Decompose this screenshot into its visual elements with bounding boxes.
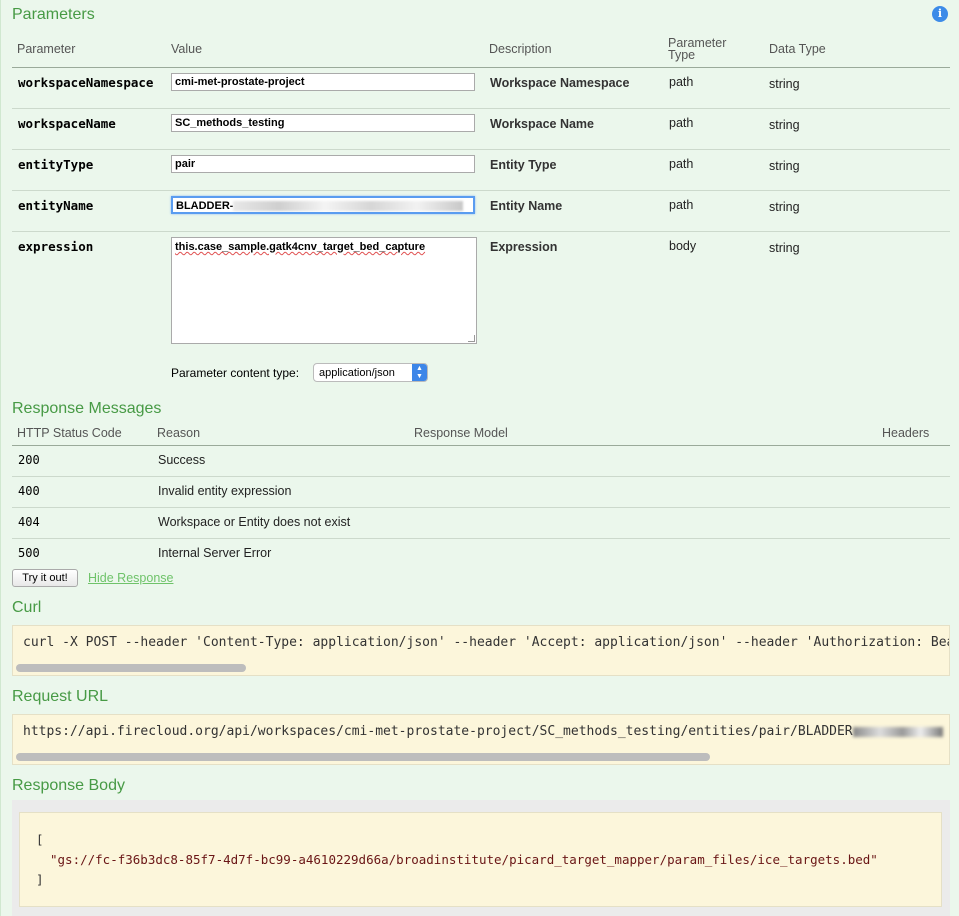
response-reason: Internal Server Error [158, 546, 272, 560]
response-code: 404 [18, 515, 40, 529]
hide-response-link[interactable]: Hide Response [88, 571, 173, 585]
response-reason: Invalid entity expression [158, 484, 292, 498]
param-type-workspace-namespace: path [669, 75, 694, 89]
header-value: Value [171, 42, 203, 56]
param-datatype-entity-type: string [769, 159, 800, 173]
scrollbar-thumb[interactable] [16, 753, 710, 761]
response-reason: Workspace or Entity does not exist [158, 515, 351, 529]
header-status-code: HTTP Status Code [17, 426, 122, 440]
response-messages-title: Response Messages [12, 400, 162, 417]
header-reason: Reason [157, 426, 201, 440]
row-divider [12, 507, 950, 508]
curl-command: curl -X POST --header 'Content-Type: app… [23, 635, 950, 650]
curl-title: Curl [12, 599, 42, 616]
content-type-value: application/json [319, 367, 395, 379]
response-body-box: [ "gs://fc-f36b3dc8-85f7-4d7f-bc99-a4610… [19, 812, 942, 907]
request-url-line: https://api.firecloud.org/api/workspaces… [23, 724, 943, 739]
row-divider [12, 476, 950, 477]
param-desc-entity-name: Entity Name [490, 199, 563, 213]
response-body-wrapper: [ "gs://fc-f36b3dc8-85f7-4d7f-bc99-a4610… [12, 800, 950, 916]
json-string-value: "gs://fc-f36b3dc8-85f7-4d7f-bc99-a461022… [50, 852, 878, 867]
header-divider [12, 67, 950, 68]
request-url-title: Request URL [12, 688, 109, 705]
header-response-model: Response Model [414, 426, 508, 440]
expression-value: this.case_sample.gatk4cnv_target_bed_cap… [175, 241, 426, 253]
param-datatype-workspace-namespace: string [769, 77, 800, 91]
redacted-text [852, 726, 943, 737]
response-code: 400 [18, 484, 40, 498]
parameters-title: Parameters [12, 6, 95, 23]
content-type-label: Parameter content type: [171, 366, 300, 380]
entity-name-value: BLADDER- [176, 200, 234, 212]
info-icon[interactable]: i [932, 6, 948, 22]
row-divider [12, 149, 950, 150]
api-operation-panel: Parameters i Parameter Value Description… [0, 0, 959, 916]
workspace-name-input[interactable]: SC_methods_testing [171, 114, 475, 132]
param-name-entity-name: entityName [18, 198, 94, 213]
workspace-namespace-input[interactable]: cmi-met-prostate-project [171, 73, 475, 91]
header-headers: Headers [882, 426, 930, 440]
json-open-bracket: [ [36, 832, 44, 847]
curl-box: curl -X POST --header 'Content-Type: app… [12, 625, 950, 676]
entity-name-input[interactable]: BLADDER- [171, 196, 475, 214]
header-parameter-type: Parameter Type [668, 36, 727, 62]
try-it-out-button[interactable]: Try it out! [12, 569, 78, 587]
row-divider [12, 108, 950, 109]
json-close-bracket: ] [36, 872, 44, 887]
param-desc-workspace-namespace: Workspace Namespace [490, 76, 630, 90]
response-reason: Success [158, 453, 206, 467]
entity-type-input[interactable]: pair [171, 155, 475, 173]
scrollbar-thumb[interactable] [16, 664, 246, 672]
header-parameter: Parameter [17, 42, 76, 56]
param-type-expression: body [669, 239, 697, 253]
horizontal-scrollbar[interactable] [16, 664, 946, 672]
param-name-workspace-namespace: workspaceNamespace [18, 75, 154, 90]
param-desc-entity-type: Entity Type [490, 158, 557, 172]
param-type-entity-type: path [669, 157, 694, 171]
expression-textarea[interactable]: this.case_sample.gatk4cnv_target_bed_cap… [171, 237, 477, 344]
header-data-type: Data Type [769, 42, 826, 56]
horizontal-scrollbar[interactable] [16, 753, 946, 761]
redacted-text [233, 201, 464, 212]
resize-grip-icon[interactable] [468, 335, 475, 342]
header-description: Description [489, 42, 552, 56]
param-type-workspace-name: path [669, 116, 694, 130]
header-divider [12, 445, 950, 446]
request-url-box: https://api.firecloud.org/api/workspaces… [12, 714, 950, 765]
row-divider [12, 190, 950, 191]
param-name-workspace-name: workspaceName [18, 116, 116, 131]
param-desc-workspace-name: Workspace Name [490, 117, 594, 131]
content-type-select[interactable]: application/json ▲ ▼ [313, 363, 428, 382]
param-name-entity-type: entityType [18, 157, 94, 172]
request-url-text: https://api.firecloud.org/api/workspaces… [23, 724, 853, 739]
row-divider [12, 538, 950, 539]
param-datatype-expression: string [769, 241, 800, 255]
response-body-title: Response Body [12, 777, 125, 794]
param-datatype-entity-name: string [769, 200, 800, 214]
param-desc-expression: Expression [490, 240, 558, 254]
param-datatype-workspace-name: string [769, 118, 800, 132]
response-code: 200 [18, 453, 40, 467]
row-divider [12, 231, 950, 232]
param-name-expression: expression [18, 239, 94, 254]
select-arrows-icon: ▲ ▼ [412, 364, 427, 381]
response-code: 500 [18, 546, 40, 560]
param-type-entity-name: path [669, 198, 694, 212]
